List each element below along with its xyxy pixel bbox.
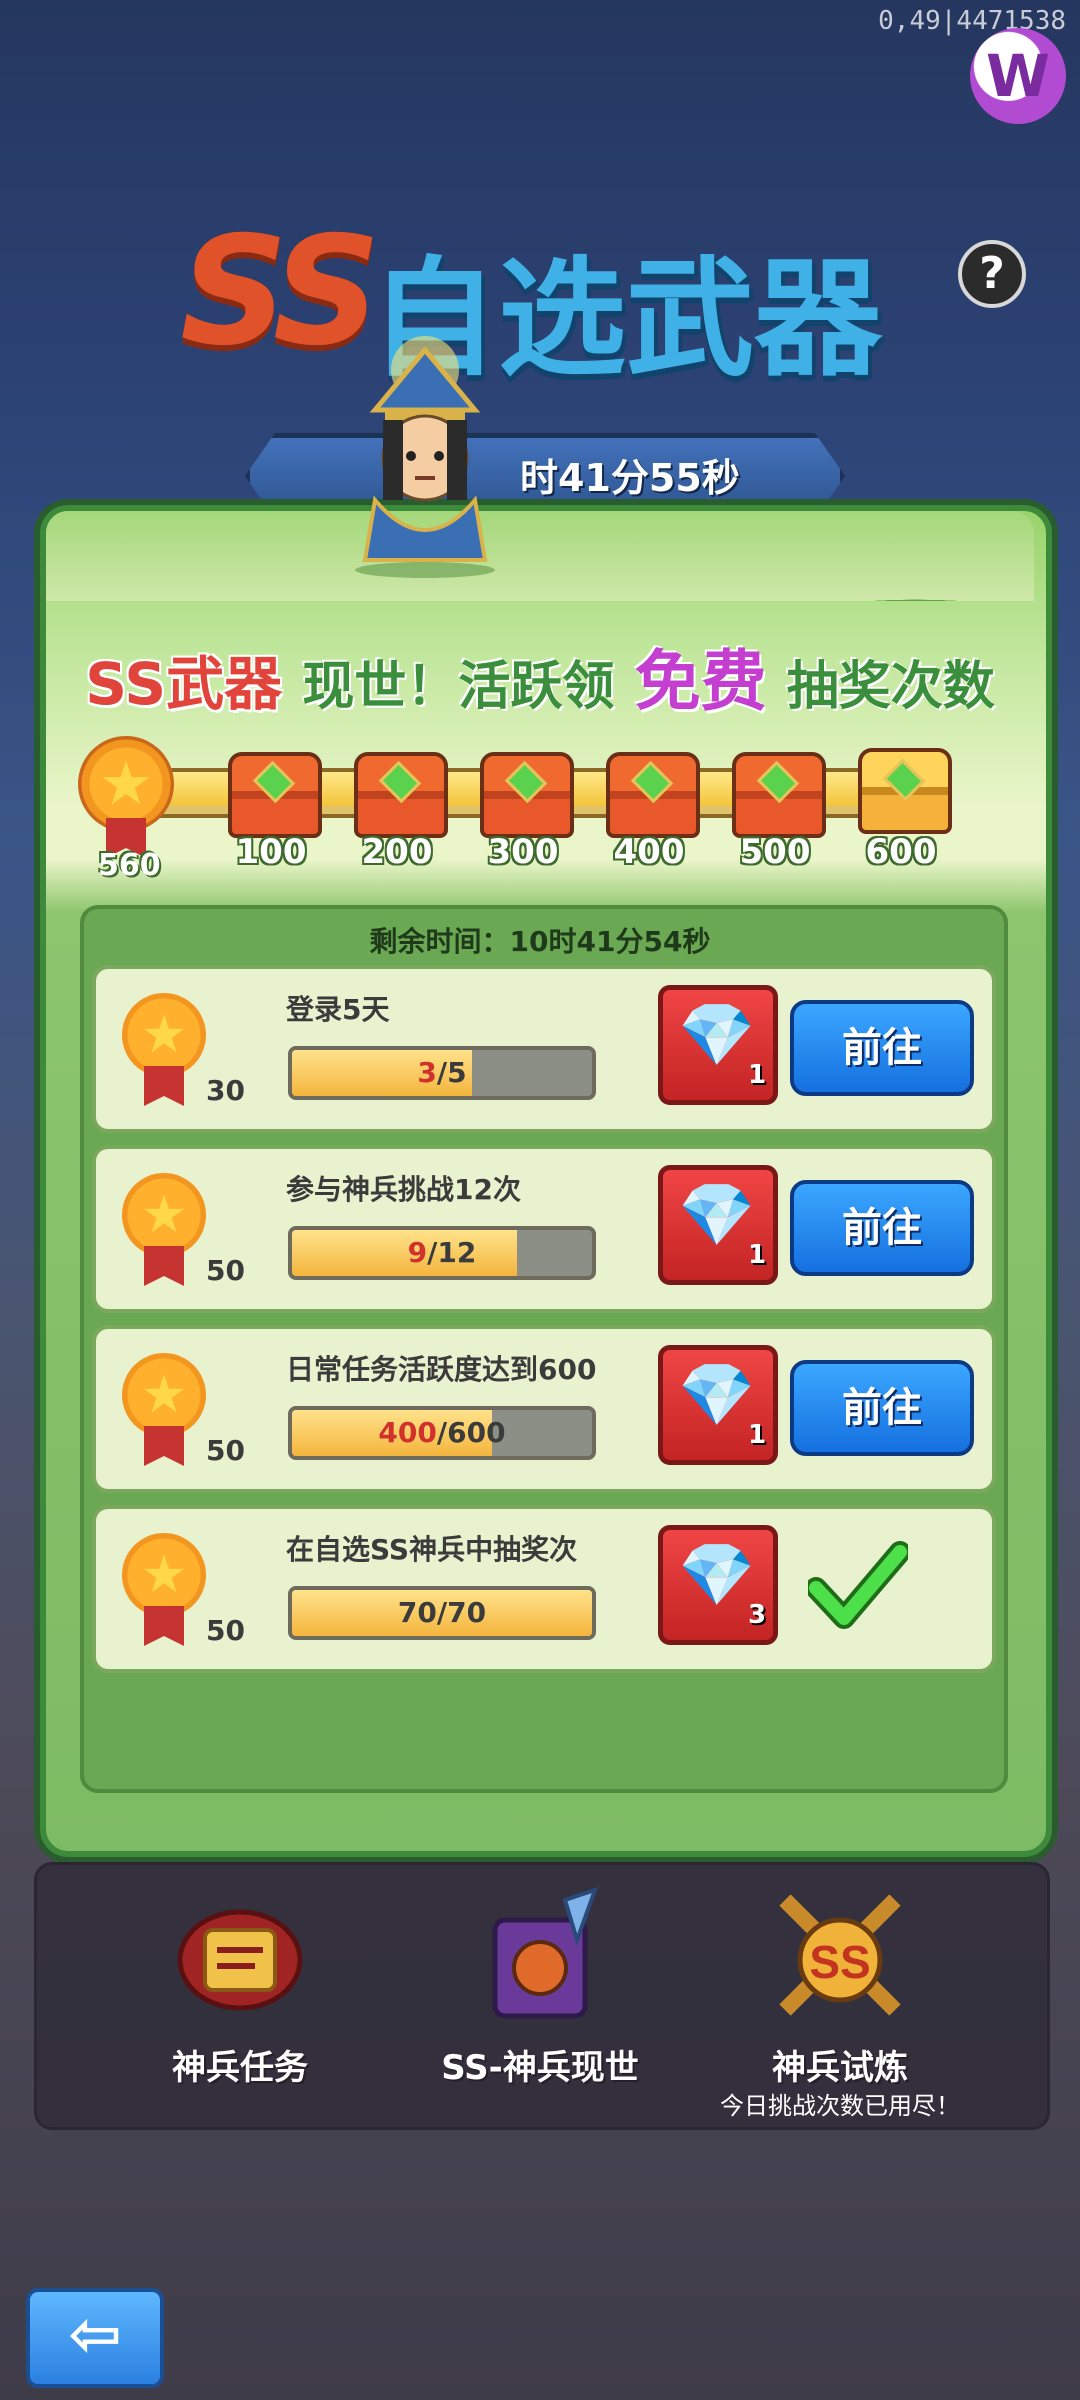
points-medal-icon: ★ [122, 993, 206, 1077]
milestone-200: 200 [361, 832, 433, 872]
milestone-400: 400 [613, 832, 685, 872]
timer-text: 时41分55秒 [520, 456, 740, 500]
task-progress-current: 9 [407, 1236, 428, 1269]
crystal-gem-icon: 💎 [678, 1538, 756, 1611]
ss-swords-icon: SS [779, 1894, 901, 2016]
hero-character-icon [355, 336, 495, 578]
task-title: 参与神兵挑战12次 [286, 1173, 521, 1206]
slogan-free: 免费 [634, 643, 767, 720]
task-progress-text: 9/12 [292, 1236, 592, 1269]
task-progress-total: /600 [436, 1416, 506, 1449]
task-title: 日常任务活跃度达到600 [286, 1353, 597, 1386]
task-progress-text: 70/70 [292, 1596, 592, 1629]
slogan-middle: 现世！活跃领 [302, 657, 615, 717]
task-progress-total: /12 [427, 1236, 477, 1269]
go-button[interactable]: 前往 [790, 1180, 974, 1276]
task-progress-total: /5 [436, 1056, 467, 1089]
task-progress-current: 70 [397, 1596, 437, 1629]
task-progress-current: 3 [417, 1056, 437, 1089]
tab-divine-weapon-trial[interactable]: 神兵试炼 [710, 2040, 970, 2089]
task-points: 50 [206, 1614, 245, 1647]
reward-count: 1 [748, 1420, 767, 1450]
trial-exhausted-note: 今日挑战次数已用尽！ [720, 2092, 960, 2120]
milestone-600: 600 [865, 832, 937, 872]
points-medal-icon: ★ [122, 1533, 206, 1617]
task-points: 50 [206, 1434, 245, 1467]
reward-count: 1 [748, 1240, 767, 1270]
remaining-time: 剩余时间：10时41分54秒 [369, 925, 711, 958]
current-points: 560 [98, 848, 161, 883]
task-points: 30 [206, 1074, 245, 1107]
milestone-500: 500 [739, 832, 811, 872]
milestone-300: 300 [487, 832, 559, 872]
go-button[interactable]: 前往 [790, 1360, 974, 1456]
task-progress-text: 400/600 [292, 1416, 592, 1449]
milestone-100: 100 [235, 832, 307, 872]
back-button[interactable]: ⇦ [26, 2288, 164, 2388]
reward-count: 3 [748, 1600, 767, 1630]
slogan-ss-weapon: SS武器 [85, 650, 283, 718]
scroll-icon [177, 1909, 303, 2011]
crystal-gem-icon: 💎 [678, 1358, 756, 1431]
event-slogan: SS武器 现世！活跃领 免费 抽奖次数 [0, 628, 1080, 724]
points-medal-icon: ★ [122, 1353, 206, 1437]
go-button[interactable]: 前往 [790, 1000, 974, 1096]
help-button[interactable]: ? [958, 240, 1026, 308]
task-progress-current: 400 [378, 1416, 437, 1449]
svg-text:SS: SS [809, 1936, 870, 1988]
tab-divine-weapon-tasks[interactable]: 神兵任务 [110, 2040, 370, 2089]
back-arrow-icon: ⇦ [68, 2298, 122, 2372]
tab-ss-weapon-appear[interactable]: SS-神兵现世 [410, 2040, 670, 2089]
weapon-book-icon [492, 1886, 599, 2019]
task-title: 登录5天 [286, 993, 390, 1026]
task-progress-text: 3/5 [292, 1056, 592, 1089]
reward-count: 1 [748, 1060, 767, 1090]
completed-check-icon [808, 1541, 908, 1629]
crystal-gem-icon: 💎 [678, 998, 756, 1071]
task-progress-total: /70 [436, 1596, 487, 1629]
w-logo-icon: W [970, 28, 1066, 124]
task-title: 在自选SS神兵中抽奖次 [286, 1533, 578, 1566]
points-medal-icon: ★ [122, 1173, 206, 1257]
crystal-gem-icon: 💎 [678, 1178, 756, 1251]
slogan-end: 抽奖次数 [786, 657, 995, 717]
task-points: 50 [206, 1254, 245, 1287]
current-points-medal-icon: ★ [78, 736, 174, 832]
